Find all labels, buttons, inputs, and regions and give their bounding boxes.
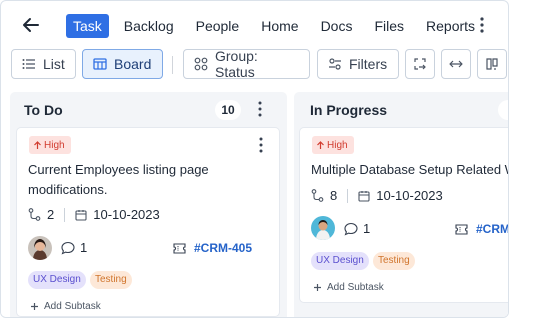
priority-badge: High <box>29 136 71 154</box>
column-header: To Do 10 <box>10 92 287 126</box>
card-more-icon[interactable] <box>258 137 264 153</box>
ticket-icon <box>455 223 468 235</box>
column-header: In Progress 0 <box>294 92 508 126</box>
avatar[interactable] <box>28 236 52 260</box>
comment-count: 1 <box>363 221 371 236</box>
tab-reports[interactable]: Reports <box>419 14 482 38</box>
filters-icon <box>329 58 341 70</box>
calendar-icon <box>358 190 370 202</box>
card-title-line: Current Employees listing page <box>28 162 209 177</box>
arrow-up-icon <box>317 140 324 149</box>
arrow-up-icon <box>34 140 41 149</box>
calendar-icon <box>75 209 87 221</box>
tag-testing: Testing <box>90 271 132 289</box>
tag-ux-design: UX Design <box>28 271 86 289</box>
subtask-count: 2 <box>47 207 55 222</box>
list-icon <box>22 59 35 69</box>
list-view-label: List <box>43 56 65 72</box>
column-count: 0 <box>498 100 508 120</box>
ticket-icon <box>173 242 186 254</box>
collapse-icon <box>414 58 426 70</box>
columns-icon <box>486 58 498 70</box>
card-title-line: modifications. <box>28 182 108 197</box>
columns-button[interactable] <box>477 49 507 79</box>
comment-icon <box>344 222 358 236</box>
meta-divider <box>64 207 66 222</box>
subtask-icon <box>28 208 41 221</box>
add-subtask-button[interactable]: Add Subtask <box>313 282 384 293</box>
comment-count: 1 <box>80 240 88 255</box>
column-count: 10 <box>215 100 241 120</box>
avatar-photo <box>311 216 335 240</box>
list-view-button[interactable]: List <box>11 49 76 79</box>
comment-icon <box>61 241 75 255</box>
card-title[interactable]: Current Employees listing page modificat… <box>28 160 209 200</box>
column-title: In Progress <box>310 102 388 118</box>
group-icon <box>194 57 208 71</box>
group-status-button[interactable]: Group: Status <box>183 48 310 80</box>
plus-icon <box>314 284 321 291</box>
expand-horizontal-icon <box>449 60 463 68</box>
priority-label: High <box>327 139 348 151</box>
back-arrow-icon[interactable] <box>21 15 41 35</box>
tab-bar: Task Backlog People Home Docs Files Repo… <box>66 14 490 38</box>
top-nav: Task Backlog People Home Docs Files Repo… <box>1 1 508 45</box>
more-options-icon[interactable] <box>475 16 489 34</box>
tag-ux-design: UX Design <box>311 252 369 270</box>
comments[interactable]: 1 <box>344 221 370 236</box>
toolbar-divider <box>172 56 173 74</box>
column-title: To Do <box>24 102 63 118</box>
card-meta: 8 10-10-2023 <box>311 188 443 203</box>
subtask-count: 8 <box>330 188 338 203</box>
column-in-progress: In Progress 0 High Multiple Database Set… <box>294 92 509 317</box>
subtask-icon <box>311 189 324 202</box>
meta-divider <box>347 188 349 203</box>
comments[interactable]: 1 <box>61 240 87 255</box>
column-todo: To Do 10 High Current Employees listing … <box>10 92 287 317</box>
ticket-link[interactable]: #CRM <box>455 222 509 236</box>
kanban-board: To Do 10 High Current Employees listing … <box>1 89 509 317</box>
board-view-label: Board <box>114 56 152 72</box>
board-icon <box>93 58 107 70</box>
tab-people[interactable]: People <box>189 14 247 38</box>
tab-home[interactable]: Home <box>254 14 305 38</box>
column-more-icon[interactable] <box>257 101 263 117</box>
due-date: 10-10-2023 <box>376 188 443 203</box>
collapse-button[interactable] <box>405 49 435 79</box>
filters-label: Filters <box>349 56 388 72</box>
board-view-button[interactable]: Board <box>82 49 163 79</box>
tab-task[interactable]: Task <box>66 14 109 38</box>
tag-testing: Testing <box>373 252 415 270</box>
add-subtask-button[interactable]: Add Subtask <box>30 301 101 312</box>
group-status-label: Group: Status <box>215 48 258 80</box>
add-subtask-label: Add Subtask <box>44 301 101 312</box>
avatar[interactable] <box>311 216 335 240</box>
card-title[interactable]: Multiple Database Setup Related W <box>311 160 509 180</box>
tab-docs[interactable]: Docs <box>314 14 360 38</box>
card-meta: 2 10-10-2023 <box>28 207 160 222</box>
plus-icon <box>31 303 38 310</box>
ticket-id: #CRM-405 <box>194 241 253 255</box>
task-card[interactable]: High Multiple Database Setup Related W 8… <box>299 127 509 303</box>
add-subtask-label: Add Subtask <box>327 282 384 293</box>
priority-label: High <box>44 139 65 151</box>
expand-width-button[interactable] <box>441 49 471 79</box>
ticket-id: #CRM <box>476 222 509 236</box>
task-card[interactable]: High Current Employees listing page modi… <box>16 127 280 317</box>
filters-button[interactable]: Filters <box>317 49 399 79</box>
ticket-link[interactable]: #CRM-405 <box>173 241 252 255</box>
view-toolbar: List Board Group: Status Filters <box>1 48 508 81</box>
tab-backlog[interactable]: Backlog <box>117 14 181 38</box>
card-title-line: Multiple Database Setup Related W <box>311 162 509 177</box>
app-frame: Task Backlog People Home Docs Files Repo… <box>0 0 509 318</box>
due-date: 10-10-2023 <box>93 207 160 222</box>
priority-badge: High <box>312 136 354 154</box>
tab-files[interactable]: Files <box>367 14 411 38</box>
avatar-photo <box>28 236 52 260</box>
